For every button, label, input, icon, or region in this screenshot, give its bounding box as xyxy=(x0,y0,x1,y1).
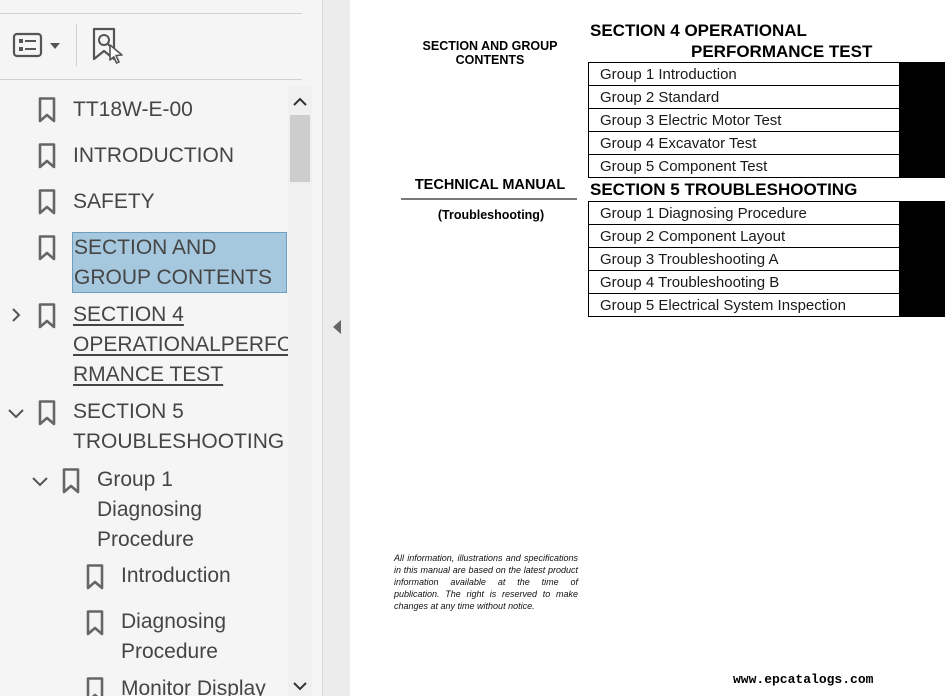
options-menu-icon xyxy=(12,32,60,58)
group-link[interactable]: Group 4 Troubleshooting B xyxy=(588,270,900,294)
heading-line: SECTION AND GROUP xyxy=(422,39,558,53)
bookmark-label-line: SECTION AND xyxy=(74,236,217,259)
bookmark-icon xyxy=(38,303,56,329)
bookmark-label: Group 1 Diagnosing Procedure xyxy=(97,465,202,555)
watermark-url: www.epcatalogs.com xyxy=(733,672,874,687)
technical-manual-rule xyxy=(401,198,577,200)
bookmark-label: Monitor Display xyxy=(121,677,266,696)
chevron-up-icon xyxy=(293,97,307,106)
bookmark-label-line: SECTION 5 xyxy=(73,400,184,423)
group-link[interactable]: Group 2 Component Layout xyxy=(588,224,900,248)
section-5-title: SECTION 5 TROUBLESHOOTING xyxy=(590,180,858,199)
disclaimer-text: All information, illustrations and speci… xyxy=(394,553,578,611)
bookmark-item-introduction[interactable]: INTRODUCTION xyxy=(0,141,288,171)
bookmark-label: INTRODUCTION xyxy=(73,144,234,167)
bookmark-icon xyxy=(86,677,104,696)
bookmark-label-line: Procedure xyxy=(121,640,218,663)
bookmark-label-line: GROUP CONTENTS xyxy=(74,266,272,289)
triangle-left-icon xyxy=(333,320,341,334)
scrollbar-thumb[interactable] xyxy=(290,115,310,182)
heading-line: CONTENTS xyxy=(455,53,525,67)
collapse-panel-button[interactable] xyxy=(330,318,344,336)
bookmark-label-line: Procedure xyxy=(97,528,194,551)
bookmark-icon xyxy=(86,610,104,636)
chevron-down-icon xyxy=(293,682,307,691)
technical-manual-title: TECHNICAL MANUAL xyxy=(414,177,566,193)
find-current-bookmark-icon xyxy=(92,27,123,64)
bookmark-item-introduction-sub[interactable]: Introduction xyxy=(0,561,288,591)
bookmark-icon xyxy=(38,143,56,169)
bookmark-label-line: Diagnosing xyxy=(121,610,227,633)
toolbar-top-divider xyxy=(0,13,302,14)
bookmark-item-tt18w[interactable]: TT18W-E-00 xyxy=(0,95,288,125)
find-current-bookmark-button[interactable] xyxy=(89,26,125,64)
group-link[interactable]: Group 4 Excavator Test xyxy=(588,131,900,155)
chevron-right-icon[interactable] xyxy=(7,306,25,324)
group-link[interactable]: Group 1 Introduction xyxy=(588,62,900,86)
scroll-up-button[interactable] xyxy=(290,92,310,112)
options-menu-button[interactable] xyxy=(12,30,64,60)
group-link[interactable]: Group 3 Troubleshooting A xyxy=(588,247,900,271)
bookmark-label: SECTION 5 TROUBLESHOOTING xyxy=(73,397,284,457)
bookmark-label: TT18W-E-00 xyxy=(73,98,193,121)
toolbar-separator xyxy=(76,24,77,66)
bookmark-label: SAFETY xyxy=(73,190,155,213)
section-5-group-table: Group 1 Diagnosing Procedure Group 2 Com… xyxy=(588,201,900,317)
group-link[interactable]: Group 1 Diagnosing Procedure xyxy=(588,201,900,225)
technical-manual-subtitle: (Troubleshooting) xyxy=(437,208,545,222)
section-5-thumb-tab xyxy=(899,201,945,317)
bookmark-item-diagnosing-procedure[interactable]: Diagnosing Procedure xyxy=(0,607,288,669)
bookmark-icon xyxy=(38,189,56,215)
bookmark-item-section-and-group-contents[interactable]: SECTION AND GROUP CONTENTS xyxy=(0,232,288,294)
group-link[interactable]: Group 2 Standard xyxy=(588,85,900,109)
bookmark-icon xyxy=(86,564,104,590)
bookmark-item-monitor-display[interactable]: Monitor Display xyxy=(0,674,288,696)
section-4-group-table: Group 1 Introduction Group 2 Standard Gr… xyxy=(588,62,900,178)
section-4-title: SECTION 4 OPERATIONAL xyxy=(590,21,807,40)
section-4-title-cont: PERFORMANCE TEST xyxy=(691,42,873,61)
bookmark-label-selected: SECTION AND GROUP CONTENTS xyxy=(72,232,287,293)
group-link[interactable]: Group 5 Component Test xyxy=(588,154,900,178)
bookmark-label: Diagnosing Procedure xyxy=(121,607,226,667)
bookmark-label-line: TROUBLESHOOTING xyxy=(73,430,285,453)
bookmark-icon xyxy=(38,235,56,261)
group-link[interactable]: Group 5 Electrical System Inspection xyxy=(588,293,900,317)
scroll-down-button[interactable] xyxy=(290,676,310,696)
pane-splitter[interactable] xyxy=(323,0,350,696)
document-page: SECTION AND GROUP CONTENTS TECHNICAL MAN… xyxy=(350,0,945,696)
bookmark-label-link: SECTION 4 OPERATIONALPERFO RMANCE TEST xyxy=(73,300,288,390)
section-group-contents-heading: SECTION AND GROUP CONTENTS xyxy=(404,39,576,67)
section-4-thumb-tab xyxy=(899,62,945,178)
bookmark-item-safety[interactable]: SAFETY xyxy=(0,187,288,217)
bookmark-label-line: RMANCE TEST xyxy=(73,363,224,386)
chevron-down-icon[interactable] xyxy=(31,472,49,490)
bookmark-icon xyxy=(38,400,56,426)
bookmark-label-line: OPERATIONALPERFO xyxy=(73,333,288,356)
bookmark-label: Introduction xyxy=(121,564,231,587)
bookmark-label-line: Group 1 xyxy=(97,468,173,491)
toolbar-bottom-divider xyxy=(0,79,302,80)
bookmark-icon xyxy=(38,97,56,123)
bookmark-label-line: Diagnosing xyxy=(97,498,203,521)
bookmark-item-section-5[interactable]: SECTION 5 TROUBLESHOOTING xyxy=(0,397,288,459)
bookmark-label-line: SECTION 4 xyxy=(73,303,184,326)
chevron-down-icon[interactable] xyxy=(7,404,25,422)
bookmark-item-group-1[interactable]: Group 1 Diagnosing Procedure xyxy=(0,465,288,557)
bookmark-tree: TT18W-E-00 INTRODUCTION SAFETY SECTION A… xyxy=(0,86,288,696)
bookmark-item-section-4[interactable]: SECTION 4 OPERATIONALPERFO RMANCE TEST xyxy=(0,300,288,392)
group-link[interactable]: Group 3 Electric Motor Test xyxy=(588,108,900,132)
bookmark-icon xyxy=(62,468,80,494)
